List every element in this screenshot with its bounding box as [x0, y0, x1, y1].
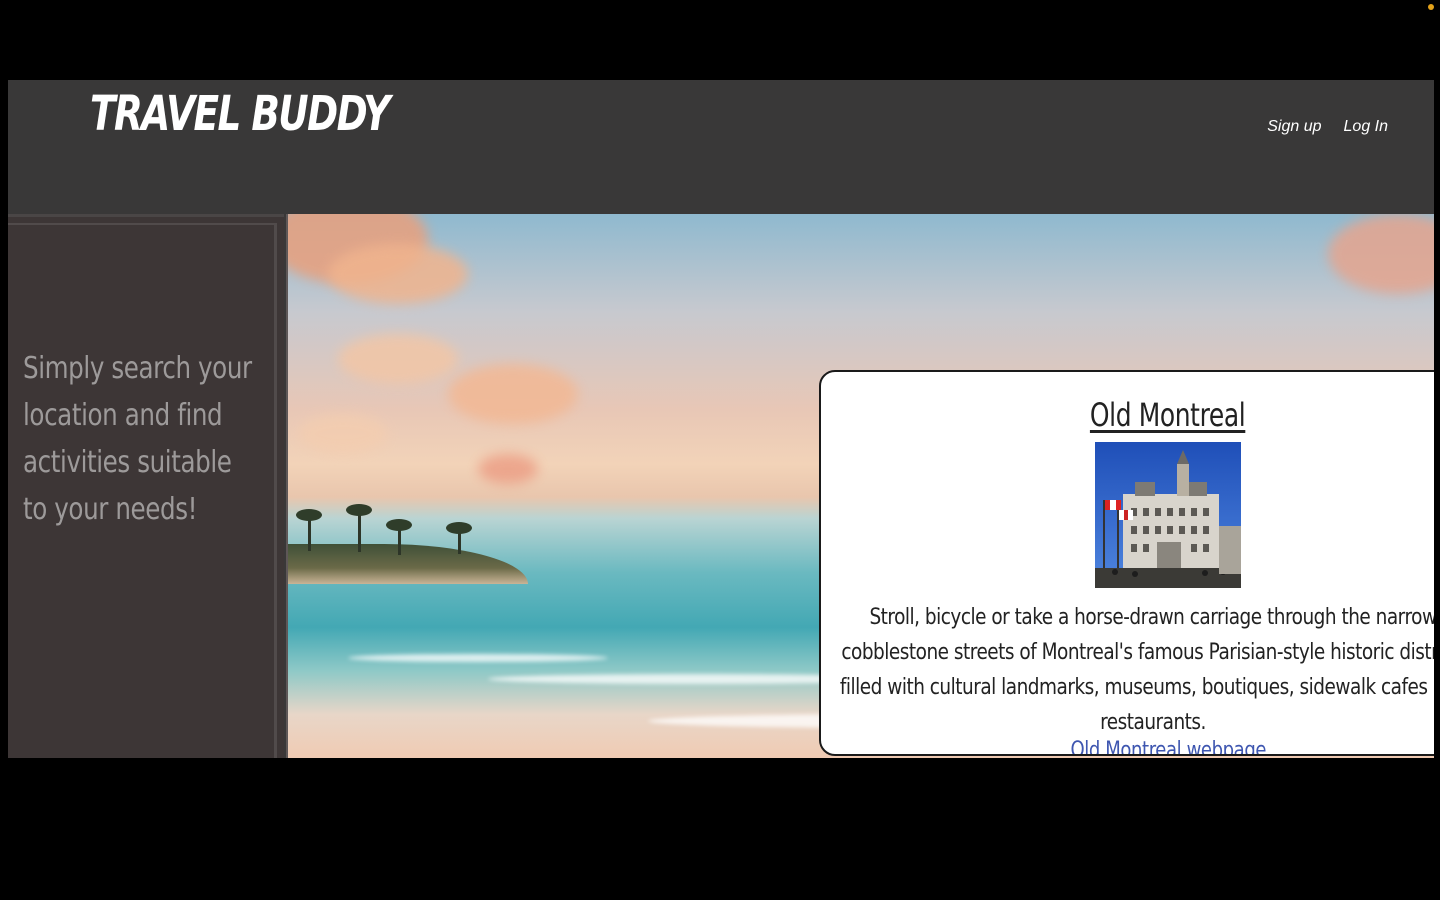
wave-foam [348, 654, 608, 662]
attraction-description: Stroll, bicycle or take a horse-drawn ca… [839, 605, 1434, 735]
hero-section: Old Montreal Stroll, bicycle or take a h… [286, 214, 1434, 758]
attraction-card: Old Montreal Stroll, bicycle or take a h… [819, 370, 1434, 756]
palm-tree-icon [446, 522, 472, 554]
sidebar-panel: Simply search your location and find act… [8, 223, 277, 758]
login-link[interactable]: Log In [1344, 118, 1388, 136]
brand-logo[interactable]: TRAVEL BUDDY [90, 86, 390, 142]
signup-link[interactable]: Sign up [1267, 118, 1321, 136]
attraction-image[interactable] [1095, 442, 1241, 588]
auth-nav: Sign up Log In [1267, 118, 1388, 136]
cloud-shape [448, 364, 578, 424]
palm-tree-icon [346, 504, 372, 552]
cloud-shape [338, 334, 458, 384]
attraction-title[interactable]: Old Montreal [1090, 396, 1246, 434]
cloud-shape [1328, 214, 1434, 294]
palm-tree-icon [296, 509, 322, 551]
attraction-webpage-link[interactable]: Old Montreal webpage [1070, 738, 1266, 754]
island-shape [288, 544, 528, 584]
screen: TRAVEL BUDDY Sign up Log In Simply searc… [0, 0, 1440, 900]
palm-tree-icon [386, 519, 412, 555]
status-indicator-icon [1428, 4, 1434, 10]
cloud-shape [328, 244, 468, 304]
cloud-shape [478, 454, 538, 484]
site-header: TRAVEL BUDDY Sign up Log In [8, 80, 1434, 214]
app-window: TRAVEL BUDDY Sign up Log In Simply searc… [8, 80, 1434, 758]
cloud-shape [298, 414, 388, 454]
sidebar-tagline: Simply search your location and find act… [23, 351, 252, 527]
sidebar: Simply search your location and find act… [8, 214, 284, 758]
